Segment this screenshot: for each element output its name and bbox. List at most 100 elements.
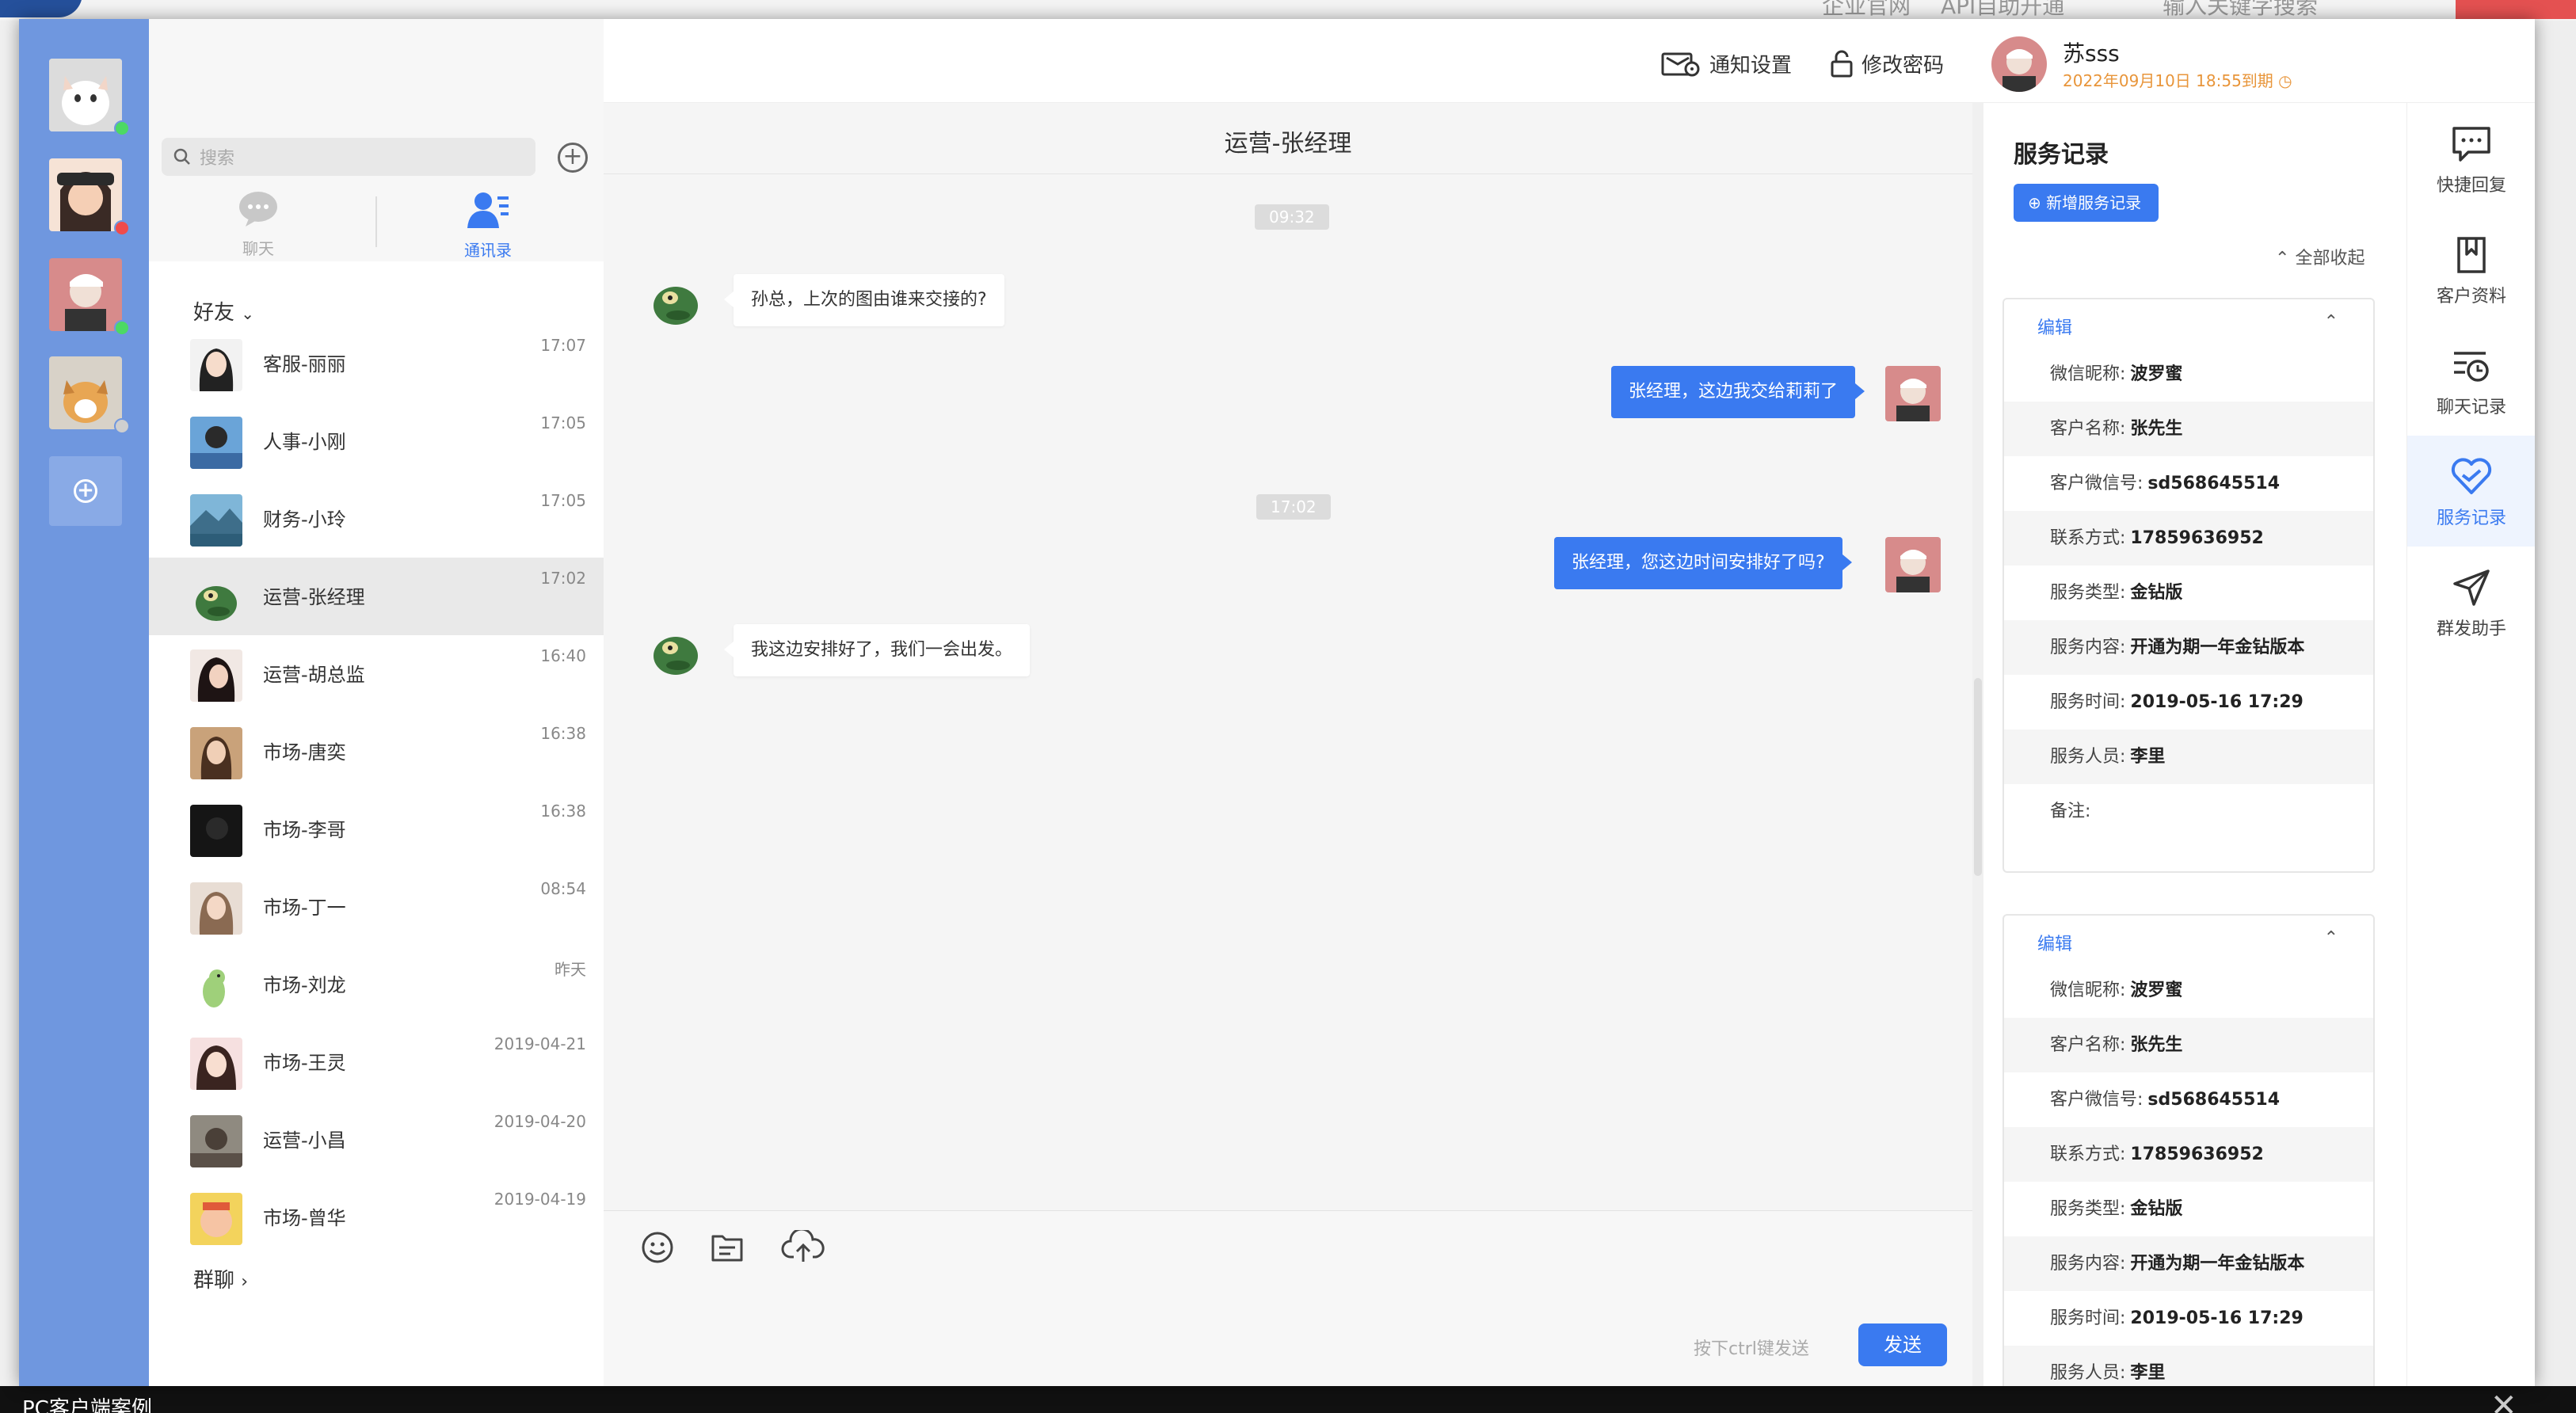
record-field: 联系方式: 17859636952 [2004, 1127, 2373, 1182]
contact-time: 昨天 [554, 960, 586, 979]
new-service-record-button[interactable]: ⊕ 新增服务记录 [2014, 184, 2159, 222]
field-value: 波罗蜜 [2130, 981, 2183, 1000]
field-label: 客户名称: [2050, 1035, 2126, 1055]
field-label: 联系方式: [2050, 1144, 2126, 1164]
collapse-all-button[interactable]: ⌃ 全部收起 [2275, 244, 2365, 269]
field-value: 开通为期一年金钻版本 [2130, 1254, 2305, 1274]
message-avatar[interactable] [1885, 366, 1941, 421]
group-friends-toggle[interactable]: 好友 ⌄ [193, 296, 254, 326]
contact-row[interactable]: 市场-刘龙 昨天 [149, 946, 604, 1023]
busy-status-icon [114, 220, 130, 236]
record-field: 服务内容: 开通为期一年金钻版本 [2004, 620, 2373, 675]
contact-time: 17:02 [540, 569, 586, 588]
group-chats-toggle[interactable]: 群聊 › [193, 1264, 248, 1293]
message-bubble-incoming: 孙总，上次的图由谁来交接的? [724, 274, 1004, 326]
contacts-panel: 搜索 + 聊天 通讯录 好友 ⌄ 客服-丽丽 17:07 人事-小刚 17:05… [149, 19, 604, 1386]
contact-name: 人事-小刚 [263, 431, 346, 453]
background-search: 输入关键字搜索 [2163, 0, 2319, 19]
account-avatar-active[interactable] [49, 258, 122, 331]
field-value: 金钻版 [2130, 1199, 2183, 1219]
emoji-icon [642, 1232, 673, 1263]
chevron-up-icon[interactable]: ⌃ [2324, 312, 2338, 332]
contact-name: 运营-小昌 [263, 1129, 346, 1152]
message-avatar[interactable] [648, 272, 703, 328]
contact-row[interactable]: 市场-唐奕 16:38 [149, 713, 604, 790]
contact-avatar [190, 1193, 242, 1245]
field-label: 服务类型: [2050, 583, 2126, 603]
collapse-all-label: 全部收起 [2295, 249, 2365, 269]
account-rail: + [19, 19, 149, 1386]
tab-contacts[interactable]: 通讯录 [425, 190, 551, 261]
message-avatar[interactable] [648, 623, 703, 678]
message-avatar[interactable] [1885, 537, 1941, 592]
tab-contacts-label: 通讯录 [464, 241, 512, 260]
contact-name: 市场-丁一 [263, 897, 346, 919]
chat-bubble-icon [239, 192, 277, 227]
contact-row-selected[interactable]: 运营-张经理 17:02 [149, 558, 604, 635]
field-label: 服务人员: [2050, 1363, 2126, 1383]
background-red-button [2456, 0, 2576, 19]
message-composer[interactable]: 按下ctrl键发送 发送 [604, 1210, 1972, 1386]
field-label: 客户微信号: [2050, 474, 2143, 493]
chevron-right-icon: › [241, 1272, 249, 1292]
field-label: 服务内容: [2050, 1254, 2126, 1274]
sidebar-item-label: 服务记录 [2436, 508, 2506, 528]
contact-row[interactable]: 运营-小昌 2019-04-20 [149, 1101, 604, 1179]
contact-row[interactable]: 人事-小刚 17:05 [149, 402, 604, 480]
online-status-icon [114, 120, 130, 136]
timestamp: 09:32 [1255, 204, 1329, 230]
lock-icon [1831, 50, 1853, 77]
account-avatar[interactable] [49, 59, 122, 131]
sidebar-item-broadcast[interactable]: 群发助手 [2407, 547, 2535, 657]
edit-record-link[interactable]: 编辑 [2037, 314, 2072, 339]
add-account-button[interactable]: + [49, 456, 122, 526]
change-password-button[interactable]: 修改密码 [1830, 49, 1944, 78]
user-avatar[interactable] [1991, 36, 2047, 92]
contact-row[interactable]: 客服-丽丽 17:07 [149, 325, 604, 402]
tab-chat[interactable]: 聊天 [195, 190, 322, 259]
chat-scrollbar[interactable] [1972, 103, 1983, 1386]
background-close-icon: ✕ [2490, 1388, 2517, 1413]
scrollbar-thumb[interactable] [1974, 678, 1982, 876]
sidebar-item-customer-profile[interactable]: 客户资料 [2407, 214, 2535, 325]
contact-avatar [190, 572, 242, 624]
notify-settings-button[interactable]: 通知设置 [1660, 49, 1792, 78]
chevron-up-icon[interactable]: ⌃ [2324, 928, 2338, 948]
account-avatar[interactable] [49, 158, 122, 231]
contact-row[interactable]: 财务-小玲 17:05 [149, 480, 604, 558]
sidebar-item-service-record[interactable]: 服务记录 [2407, 436, 2535, 547]
field-value: 波罗蜜 [2130, 364, 2183, 384]
contact-time: 17:05 [540, 491, 586, 510]
contact-row[interactable]: 运营-胡总监 16:40 [149, 635, 604, 713]
add-contact-button[interactable]: + [558, 143, 588, 173]
send-button[interactable]: 发送 [1858, 1323, 1947, 1366]
field-value: 17859636952 [2130, 1144, 2264, 1164]
contact-time: 16:40 [540, 646, 586, 665]
edit-record-link[interactable]: 编辑 [2037, 930, 2072, 955]
search-input[interactable]: 搜索 [162, 138, 535, 176]
field-label: 客户名称: [2050, 419, 2126, 439]
record-field: 微信昵称: 波罗蜜 [2004, 963, 2373, 1018]
contacts-book-icon [467, 192, 509, 228]
search-icon [173, 148, 190, 165]
contact-row[interactable]: 市场-王灵 2019-04-21 [149, 1023, 604, 1101]
account-avatar[interactable] [49, 356, 122, 429]
record-field: 服务内容: 开通为期一年金钻版本 [2004, 1236, 2373, 1291]
contact-name: 运营-胡总监 [263, 664, 365, 686]
file-button[interactable] [707, 1227, 748, 1268]
contact-row[interactable]: 市场-李哥 16:38 [149, 790, 604, 868]
contact-time: 2019-04-21 [493, 1034, 586, 1053]
sidebar-item-label: 聊天记录 [2436, 398, 2506, 417]
field-label: 服务内容: [2050, 638, 2126, 657]
sidebar-item-quick-reply[interactable]: 快捷回复 [2407, 103, 2535, 214]
contact-row[interactable]: 市场-曾华 2019-04-19 [149, 1179, 604, 1256]
clock-icon: ◷ [2278, 71, 2292, 90]
user-name: 苏sss [2063, 40, 2120, 67]
field-value: 张先生 [2130, 1035, 2183, 1055]
sidebar-item-chat-history[interactable]: 聊天记录 [2407, 325, 2535, 436]
emoji-button[interactable] [637, 1227, 678, 1268]
field-label: 服务时间: [2050, 692, 2126, 712]
upload-button[interactable] [779, 1227, 827, 1268]
notify-settings-label: 通知设置 [1709, 54, 1793, 78]
contact-row[interactable]: 市场-丁一 08:54 [149, 868, 604, 946]
